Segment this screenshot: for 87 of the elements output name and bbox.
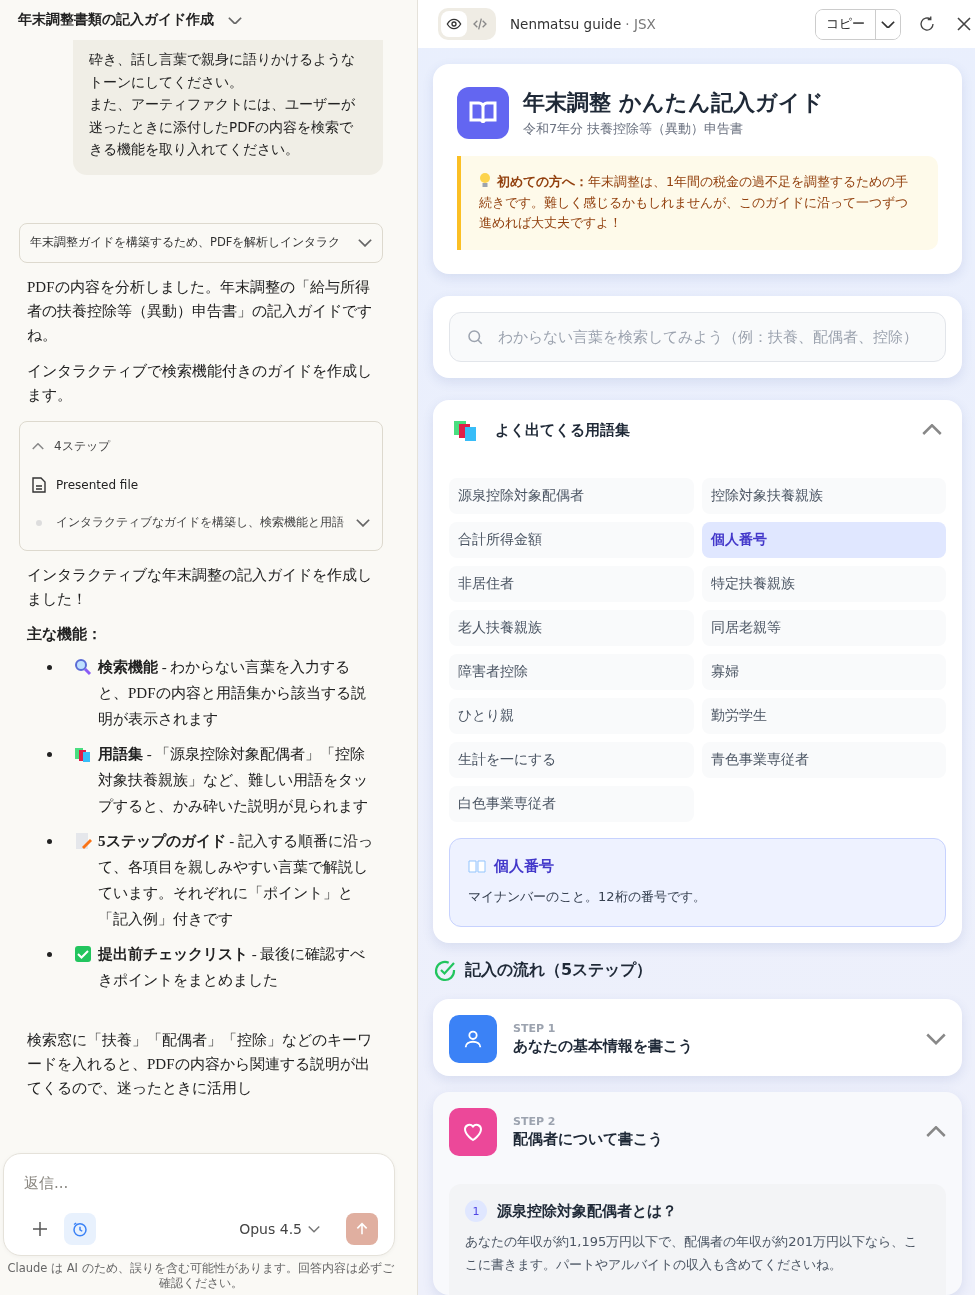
definition-title: 個人番号	[494, 856, 554, 876]
chevron-icon	[926, 1126, 946, 1139]
chevron-icon	[32, 442, 44, 451]
chevron-icon	[922, 424, 942, 437]
bullet-icon	[47, 838, 52, 844]
step-toggle[interactable]: STEP 2 配偶者について書こう	[433, 1092, 962, 1173]
bullet-icon	[47, 751, 52, 757]
notice-text: 初めての方へ：年末調整は、1年間の税金の過不足を調整するための手続きです。難しく感じるかもしれませんが、このガイドに沿って一つずつ進めれば大丈夫ですよ！	[479, 172, 910, 232]
open-book-icon	[468, 859, 486, 873]
glossary-term[interactable]: 障害者控除	[449, 653, 694, 690]
glossary-term[interactable]: 控除対象扶養親族	[701, 477, 946, 514]
chevron-down-icon	[881, 19, 895, 29]
step-title: 配偶者について書こう	[513, 1130, 664, 1150]
eye-icon	[446, 16, 462, 32]
clock-icon	[71, 1220, 89, 1238]
response-paragraph: インタラクティブな年末調整の記入ガイドを作成しました！	[27, 565, 373, 609]
copy-button[interactable]: コピー	[816, 9, 876, 39]
steps-toggle[interactable]: 4ステップ	[32, 427, 370, 466]
artifact-type: · JSX	[625, 16, 656, 32]
features-heading: 主な機能：	[27, 624, 103, 644]
thinking-summary[interactable]: 年末調整ガイドを構築するため、PDFを解析しインタラク	[19, 222, 383, 263]
lightbulb-icon	[479, 172, 491, 188]
plus-icon	[32, 1221, 48, 1237]
glossary-term[interactable]: 同居老親等	[701, 609, 946, 646]
step-number: STEP 2	[513, 1115, 557, 1129]
step-toggle[interactable]: STEP 1 あなたの基本情報を書こう	[433, 998, 962, 1077]
glossary-term[interactable]: 寡婦	[701, 653, 946, 690]
history-button[interactable]	[64, 1213, 96, 1245]
arrow-up-icon	[354, 1221, 370, 1237]
response-paragraph: インタラクティブで検索機能付きのガイドを作成します。	[27, 361, 373, 405]
glossary-term[interactable]: 合計所得金額	[449, 521, 694, 558]
chevron-down-icon	[356, 517, 370, 527]
glossary-term[interactable]: 非居住者	[449, 565, 694, 602]
response-paragraph: 検索窓に「扶養」「配偶者」「控除」などのキーワードを入れると、PDFの内容から関連する説明が出てくるので、迷ったときに活用し	[27, 1030, 373, 1098]
glossary-term[interactable]: 源泉控除対象配偶者	[449, 477, 694, 514]
disclaimer-text: Claude は AI のため、誤りを含む可能性があります。回答内容は必ずご確認ください。	[6, 1260, 395, 1292]
chevron-icon	[358, 238, 372, 247]
search-field[interactable]: わからない言葉を検索してみよう（例：扶養、配偶者、控除）	[449, 311, 946, 362]
glossary-term[interactable]: 青色事業専従者	[701, 741, 946, 778]
guide-title: 年末調整 かんたん記入ガイド	[523, 89, 824, 117]
preview-tab[interactable]	[441, 11, 467, 37]
conversation-title[interactable]: 年末調整書類の記入ガイド作成	[18, 11, 214, 29]
close-icon	[956, 16, 972, 32]
bullet-icon	[47, 664, 52, 670]
document-icon	[32, 476, 46, 493]
magnifier-icon	[74, 657, 92, 676]
glossary-toggle[interactable]: よく出てくる用語集	[449, 399, 946, 462]
glossary-term[interactable]: ひとり親	[449, 697, 694, 734]
book-icon	[457, 87, 509, 139]
check-circle-icon	[433, 958, 457, 983]
section-heading: 記入の流れ（5ステップ）	[465, 960, 653, 981]
search-icon	[466, 327, 484, 346]
glossary-term[interactable]: 勤労学生	[701, 697, 946, 734]
glossary-term[interactable]: 老人扶養親族	[449, 609, 694, 646]
search-input[interactable]: わからない言葉を検索してみよう（例：扶養、配偶者、控除）	[496, 326, 929, 347]
response-paragraph: PDFの内容を分析しました。年末調整の「給与所得者の扶養控除等（異動）申告書」の記入ガイドですね。	[27, 277, 373, 345]
refresh-icon	[918, 15, 936, 33]
item-number: 1	[465, 1200, 487, 1223]
step-title: あなたの基本情報を書こう	[513, 1036, 694, 1056]
feature-description: 提出前チェックリスト - 最後に確認すべきポイントをまとめました	[98, 944, 367, 990]
chevron-down-icon	[308, 1225, 320, 1233]
glossary-term[interactable]: 生計を一にする	[449, 741, 694, 778]
item-text: あなたの年収が約1,195万円以下で、配偶者の年収が約201万円以下なら、ここに書きます。パートやアルバイトの収入も含めてくださいね。	[465, 1233, 919, 1275]
step-number: STEP 1	[513, 1021, 557, 1035]
bullet-icon	[47, 951, 52, 957]
feature-description: 5ステップのガイド - 記入する順番に沿って、各項目を親しみやすい言葉で解説しています。それぞれに「ポイント」と「記入例」付きです	[98, 831, 373, 929]
chevron-down-icon	[228, 15, 242, 25]
memo-icon	[74, 831, 92, 850]
feature-description: 用語集 - 「源泉控除対象配偶者」「控除対象扶養親族」など、難しい用語をタップすると、かみ砕いた説明が見られます	[98, 744, 369, 816]
model-selector[interactable]: Opus 4.5	[233, 1220, 326, 1238]
checkmark-icon	[74, 944, 92, 963]
reply-input[interactable]: 返信...	[24, 1166, 378, 1200]
feature-description: 検索機能 - わからない言葉を入力すると、PDFの内容と用語集から該当する説明が表示されます	[98, 657, 367, 729]
glossary-term[interactable]: 個人番号	[701, 521, 946, 558]
artifact-name: Nenmatsu guide	[510, 16, 622, 32]
books-icon	[453, 419, 479, 442]
user-message: 砕き、話し言葉で親身に語りかけるようなトーンにしてください。 また、アーティファクトには、ユーザーが迷ったときに添付したPDFの内容を検索できる機能を取り入れてください。	[73, 40, 383, 175]
glossary-term[interactable]: 特定扶養親族	[701, 565, 946, 602]
step-label: インタラクティブなガイドを構築し、検索機能と用語	[56, 514, 344, 531]
glossary-term[interactable]: 白色事業専従者	[449, 785, 694, 822]
reply-composer[interactable]: 返信... Opus 4.5	[3, 1153, 395, 1256]
item-title: 源泉控除対象配偶者とは？	[497, 1201, 677, 1221]
code-icon	[472, 16, 488, 32]
guide-subtitle: 令和7年分 扶養控除等（異動）申告書	[523, 120, 745, 138]
definition-text: マイナンバーのこと。12桁の番号です。	[468, 887, 707, 906]
step-label: Presented file	[56, 477, 139, 492]
chevron-icon	[926, 1032, 946, 1045]
